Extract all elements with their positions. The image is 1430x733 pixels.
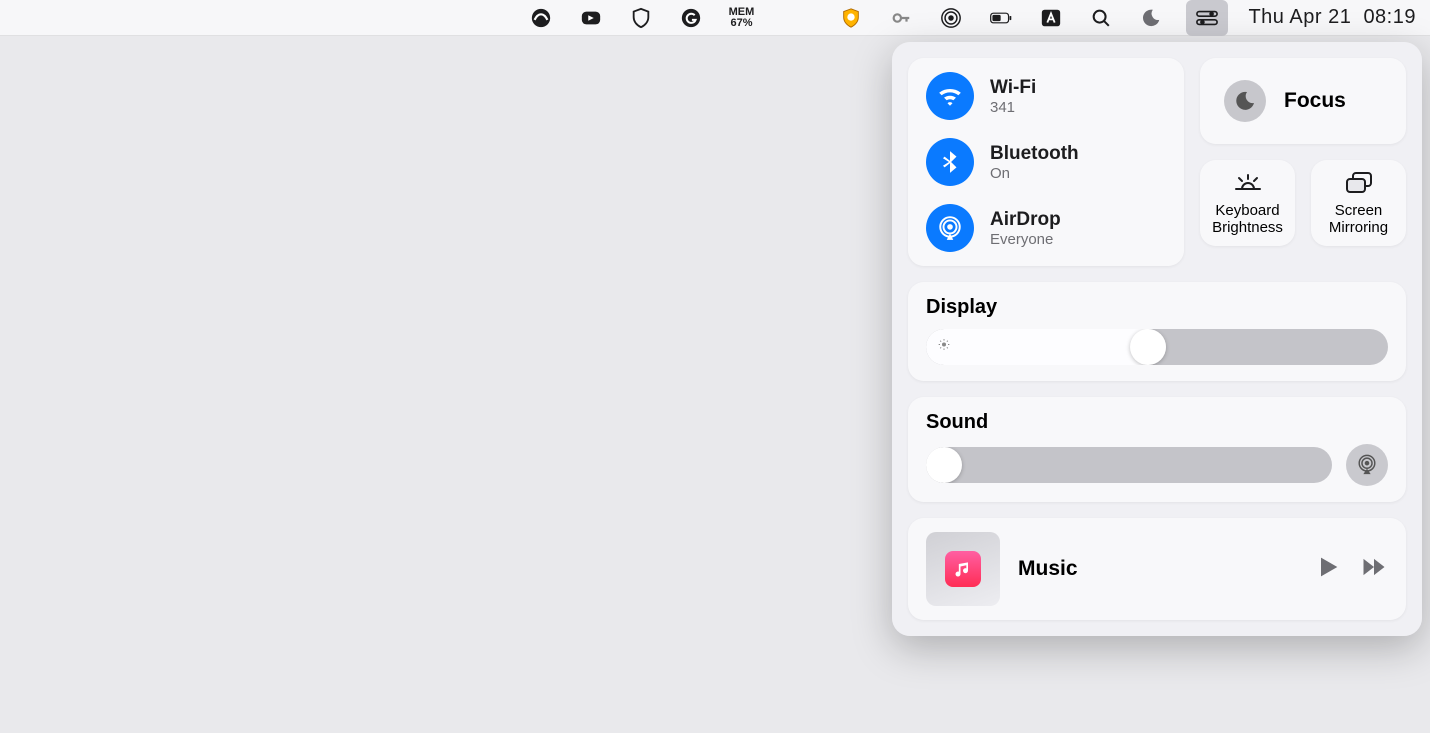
input-source-icon[interactable] (1036, 0, 1066, 36)
wifi-status: 341 (990, 99, 1036, 116)
screen-mirroring-tile[interactable]: Screen Mirroring (1311, 160, 1406, 246)
screen-mirroring-icon (1344, 170, 1374, 196)
control-center-panel: Wi-Fi341 BluetoothOn AirDropEveryone Foc… (892, 42, 1422, 636)
sound-heading: Sound (926, 411, 1388, 434)
brightness-low-icon (936, 337, 952, 358)
airdrop-toggle[interactable]: AirDropEveryone (926, 204, 1166, 252)
bluetooth-status: On (990, 165, 1079, 182)
bluetooth-title: Bluetooth (990, 143, 1079, 165)
display-tile: Display (908, 282, 1406, 381)
keyboard-brightness-tile[interactable]: Keyboard Brightness (1200, 160, 1295, 246)
key-icon[interactable] (886, 0, 916, 36)
airplay-audio-button[interactable] (1346, 444, 1388, 486)
do-not-disturb-icon[interactable] (1136, 0, 1166, 36)
facetime-icon[interactable] (576, 0, 606, 36)
display-slider[interactable] (926, 329, 1388, 365)
airdrop-icon (926, 204, 974, 252)
keyboard-brightness-icon (1233, 170, 1263, 196)
wifi-title: Wi-Fi (990, 77, 1036, 99)
grammarly-icon[interactable] (676, 0, 706, 36)
airdrop-menubar-icon[interactable] (936, 0, 966, 36)
bluetooth-toggle[interactable]: BluetoothOn (926, 138, 1166, 186)
wifi-icon (926, 72, 974, 120)
music-app-icon (945, 551, 981, 587)
now-playing-artwork[interactable] (926, 532, 1000, 606)
music-tile: Music (908, 518, 1406, 620)
mem-label: MEM (729, 7, 755, 18)
blank-gap (776, 3, 816, 33)
bluetooth-icon (926, 138, 974, 186)
connectivity-tile: Wi-Fi341 BluetoothOn AirDropEveryone (908, 58, 1184, 266)
next-track-button[interactable] (1360, 553, 1388, 586)
focus-moon-icon (1224, 80, 1266, 122)
shield-outline-icon[interactable] (626, 0, 656, 36)
trend-icon[interactable] (526, 0, 556, 36)
mem-value: 67% (730, 18, 752, 29)
music-label: Music (1018, 557, 1296, 581)
battery-icon[interactable] (986, 0, 1016, 36)
screen-mirroring-label: Screen Mirroring (1315, 202, 1402, 236)
date-text: Thu Apr 21 (1248, 6, 1351, 29)
sound-tile: Sound (908, 397, 1406, 502)
airdrop-title: AirDrop (990, 209, 1061, 231)
focus-tile[interactable]: Focus (1200, 58, 1406, 144)
wifi-toggle[interactable]: Wi-Fi341 (926, 72, 1166, 120)
time-text: 08:19 (1363, 6, 1416, 29)
security-shield-icon[interactable] (836, 0, 866, 36)
display-heading: Display (926, 296, 1388, 319)
keyboard-brightness-label: Keyboard Brightness (1204, 202, 1291, 236)
focus-label: Focus (1284, 89, 1346, 113)
control-center-icon[interactable] (1186, 0, 1228, 36)
airdrop-status: Everyone (990, 231, 1061, 248)
spotlight-icon[interactable] (1086, 0, 1116, 36)
date-time[interactable]: Thu Apr 21 08:19 (1248, 0, 1416, 36)
sound-slider[interactable] (926, 447, 1332, 483)
memory-indicator[interactable]: MEM 67% (726, 0, 756, 36)
menubar: MEM 67% Thu Apr 21 08:19 (0, 0, 1430, 36)
play-button[interactable] (1314, 553, 1342, 586)
